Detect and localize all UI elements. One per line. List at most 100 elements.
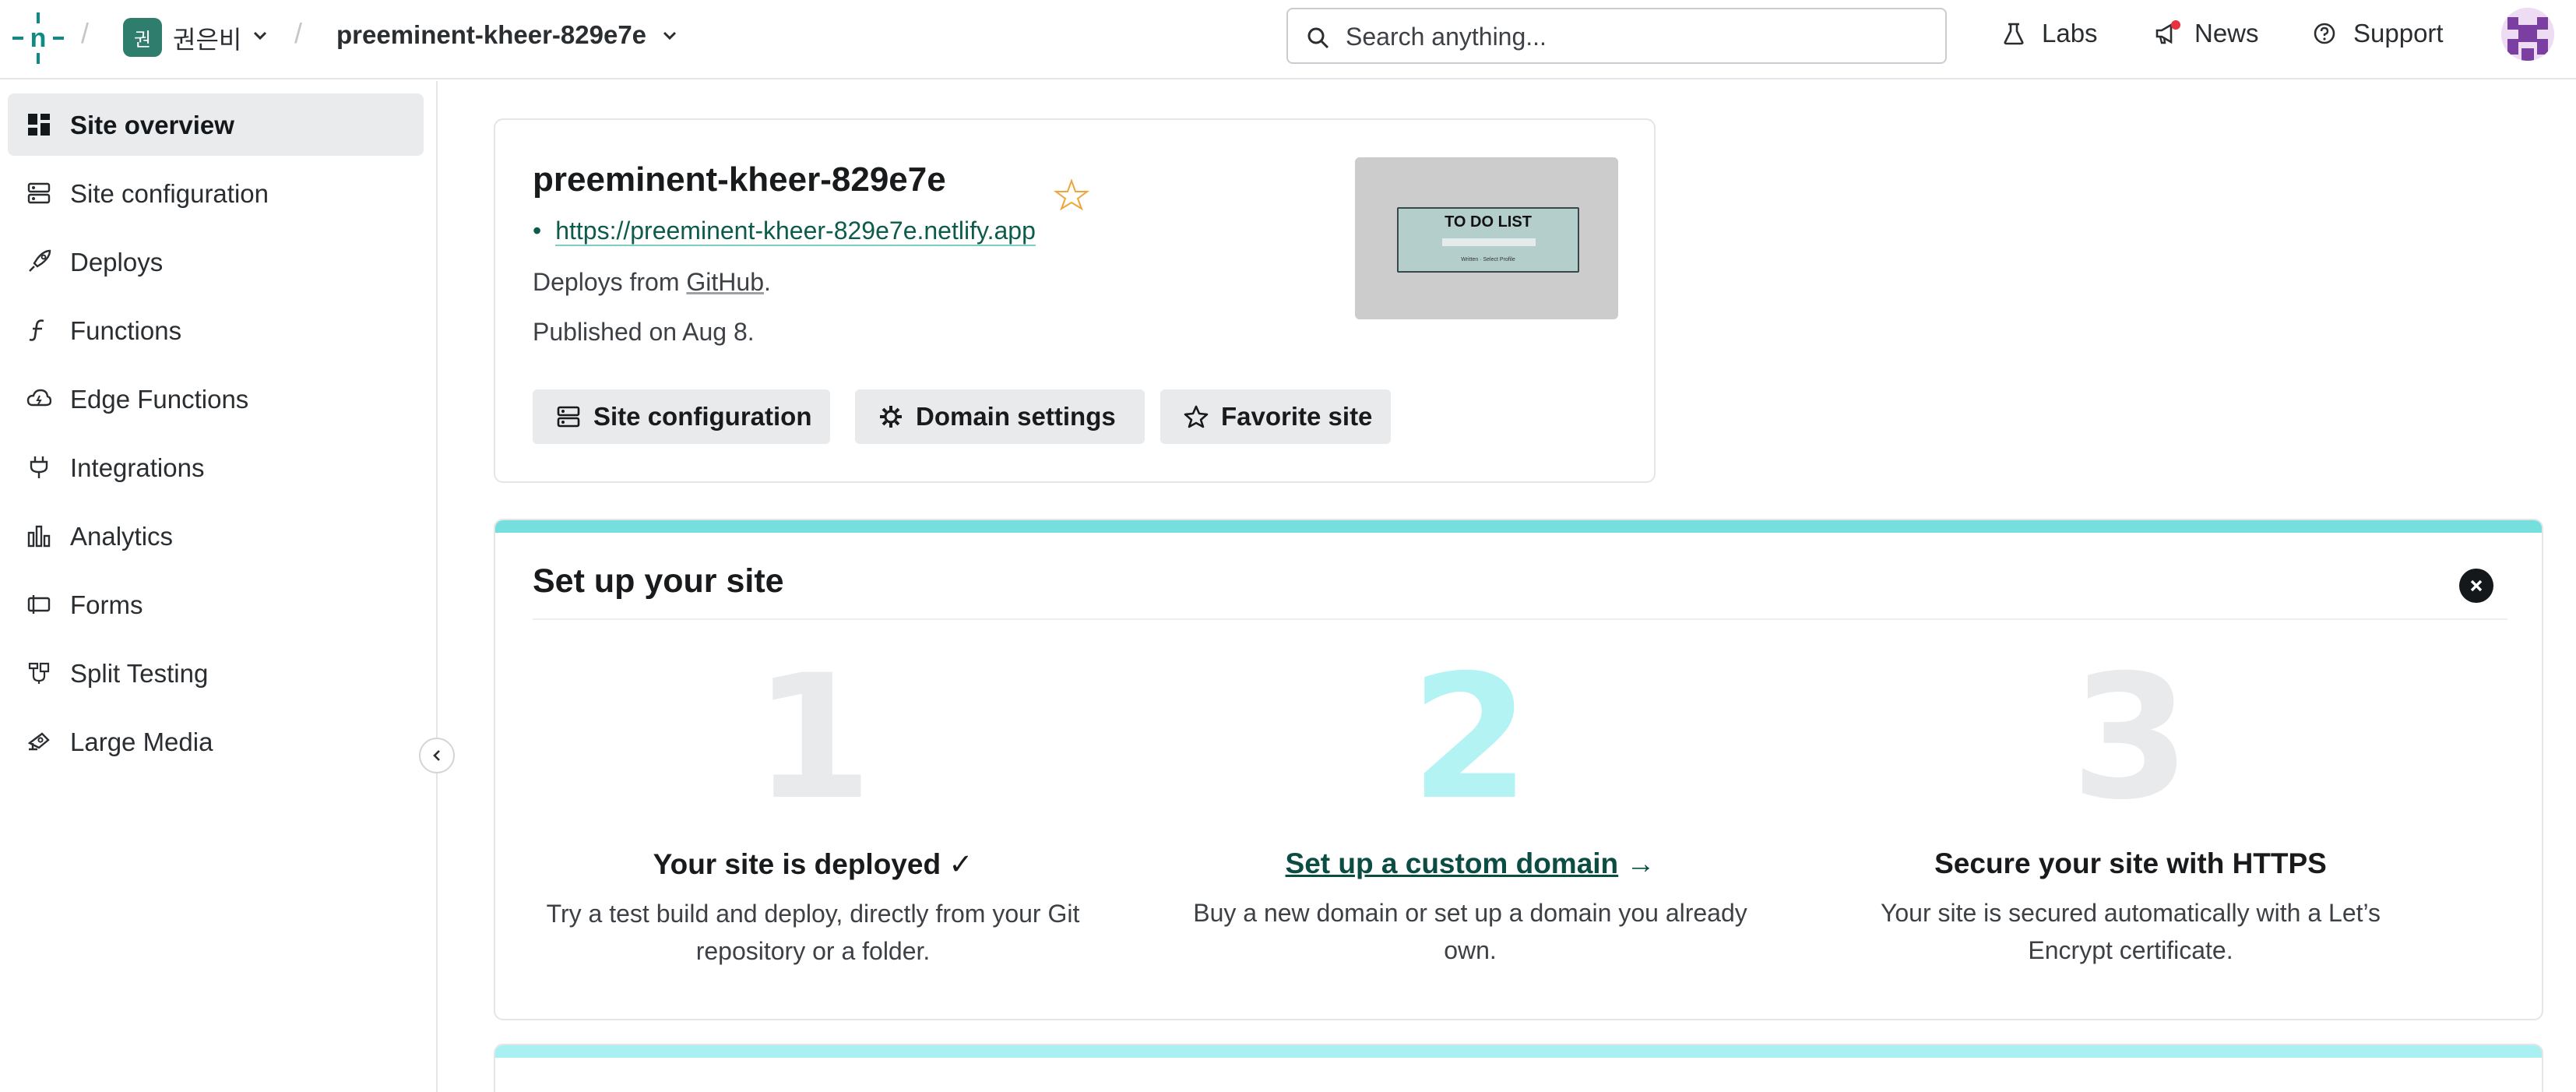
function-icon bbox=[29, 319, 44, 341]
thumbnail-title: TO DO LIST bbox=[1445, 213, 1532, 231]
breadcrumb-separator: / bbox=[294, 17, 303, 49]
rocket-icon bbox=[29, 249, 51, 272]
sidebar-item-label: Large Media bbox=[70, 727, 213, 756]
team-badge[interactable]: 권 bbox=[123, 18, 162, 57]
setup-step-deployed: 1 Your site is deployed ✓ Try a test bui… bbox=[517, 638, 1109, 970]
sidebar-item-site-configuration[interactable]: Site configuration bbox=[8, 162, 424, 224]
support-link[interactable]: Support bbox=[2313, 19, 2444, 48]
site-title: preeminent-kheer-829e7e bbox=[533, 160, 946, 199]
custom-domain-link[interactable]: Set up a custom domain bbox=[1286, 847, 1619, 879]
step-heading: Secure your site with HTTPS bbox=[1934, 847, 2327, 879]
gear-icon bbox=[880, 406, 902, 428]
star-icon bbox=[1184, 405, 1209, 428]
site-preview-thumbnail[interactable]: TO DO LIST Written · Select Profile bbox=[1355, 157, 1618, 319]
step-number: 1 bbox=[753, 638, 873, 837]
form-icon bbox=[27, 595, 51, 614]
card-accent-bar bbox=[495, 1045, 2542, 1058]
step-number: 3 bbox=[2071, 638, 2191, 837]
step-description: Try a test build and deploy, directly fr… bbox=[546, 900, 1080, 965]
sidebar-item-deploys[interactable]: Deploys bbox=[8, 231, 424, 293]
sidebar-item-large-media[interactable]: Large Media bbox=[8, 710, 424, 773]
cursor-star-icon bbox=[1054, 179, 1089, 210]
github-link[interactable]: GitHub bbox=[686, 268, 764, 296]
chevron-down-icon[interactable] bbox=[249, 25, 271, 47]
setup-accent-bar bbox=[495, 520, 2542, 533]
grid-icon bbox=[28, 114, 50, 136]
next-card-partial bbox=[494, 1044, 2543, 1092]
collapse-sidebar-button[interactable] bbox=[419, 738, 455, 773]
svg-text:n: n bbox=[30, 23, 47, 53]
step-description: Your site is secured automatically with … bbox=[1880, 899, 2381, 964]
sidebar-item-split-testing[interactable]: Split Testing bbox=[8, 642, 424, 704]
published-date: Published on Aug 8. bbox=[533, 318, 755, 346]
labs-label: Labs bbox=[2042, 19, 2098, 48]
chevron-left-icon bbox=[433, 750, 440, 761]
labs-link[interactable]: Labs bbox=[2003, 19, 2098, 48]
dismiss-setup-button[interactable] bbox=[2459, 569, 2493, 603]
sidebar-item-label: Site configuration bbox=[70, 179, 269, 208]
bar-chart-icon bbox=[27, 525, 51, 548]
news-link[interactable]: News bbox=[2154, 19, 2259, 48]
site-url-row: • https://preeminent-kheer-829e7e.netlify… bbox=[533, 217, 1036, 246]
top-bar: n / 권 권은비 / preeminent-kheer-829e7e Sear… bbox=[0, 0, 2576, 79]
step-heading: Your site is deployed ✓ bbox=[653, 848, 973, 880]
site-configuration-button[interactable]: Site configuration bbox=[533, 389, 830, 444]
sidebar-item-functions[interactable]: Functions bbox=[8, 299, 424, 361]
site-url-link[interactable]: https://preeminent-kheer-829e7e.netlify.… bbox=[555, 217, 1036, 246]
sidebar-item-label: Analytics bbox=[70, 522, 174, 551]
sidebar-item-label: Site overview bbox=[70, 111, 234, 139]
cloud-function-icon bbox=[26, 389, 51, 407]
button-label: Domain settings bbox=[916, 402, 1116, 431]
sidebar-item-label: Functions bbox=[70, 316, 182, 345]
step-description: Buy a new domain or set up a domain you … bbox=[1193, 899, 1747, 964]
plug-icon bbox=[30, 456, 48, 478]
deploys-suffix: . bbox=[763, 268, 771, 296]
flask-icon bbox=[2004, 23, 2024, 45]
sidebar: Site overview Site configuration Deploys… bbox=[0, 81, 438, 1092]
split-icon bbox=[28, 662, 50, 684]
support-label: Support bbox=[2353, 19, 2444, 48]
team-name[interactable]: 권은비 bbox=[173, 20, 241, 56]
sidebar-item-edge-functions[interactable]: Edge Functions bbox=[8, 368, 424, 430]
search-input[interactable]: Search anything... bbox=[1286, 8, 1947, 64]
setup-step-custom-domain: 2 Set up a custom domain → Buy a new dom… bbox=[1174, 638, 1766, 969]
setup-title: Set up your site bbox=[533, 562, 784, 600]
news-label: News bbox=[2194, 19, 2259, 48]
step-number: 2 bbox=[1410, 638, 1530, 837]
search-icon bbox=[1307, 27, 1329, 49]
arrow-right-icon: → bbox=[1626, 847, 1656, 879]
config-icon bbox=[557, 406, 580, 428]
chevron-down-icon[interactable] bbox=[659, 25, 681, 47]
button-label: Site configuration bbox=[593, 402, 812, 431]
site-info-card: preeminent-kheer-829e7e • https://preemin… bbox=[494, 118, 1656, 483]
sidebar-item-label: Edge Functions bbox=[70, 385, 249, 414]
close-icon bbox=[2470, 579, 2483, 592]
sidebar-item-integrations[interactable]: Integrations bbox=[8, 436, 424, 498]
thumbnail-app-frame: TO DO LIST Written · Select Profile bbox=[1397, 207, 1579, 273]
custom-domain-link-row: Set up a custom domain → bbox=[1174, 847, 1766, 880]
bullet: • bbox=[533, 217, 542, 245]
setup-step-https: 3 Secure your site with HTTPS Your site … bbox=[1835, 638, 2426, 969]
domain-settings-button[interactable]: Domain settings bbox=[855, 389, 1145, 444]
favorite-site-button[interactable]: Favorite site bbox=[1160, 389, 1391, 444]
thumbnail-subtitle: Written · Select Profile bbox=[1461, 257, 1515, 262]
help-circle-icon bbox=[2314, 23, 2335, 44]
deploys-prefix: Deploys from bbox=[533, 268, 687, 296]
thumbnail-input-bar bbox=[1442, 238, 1536, 246]
netlify-logo-icon[interactable]: n bbox=[11, 11, 65, 65]
sidebar-item-label: Integrations bbox=[70, 453, 205, 482]
divider bbox=[533, 618, 2507, 620]
sidebar-item-analytics[interactable]: Analytics bbox=[8, 505, 424, 567]
site-breadcrumb[interactable]: preeminent-kheer-829e7e bbox=[336, 20, 646, 50]
sidebar-item-label: Split Testing bbox=[70, 659, 209, 688]
sidebar-item-label: Deploys bbox=[70, 248, 164, 277]
sidebar-item-site-overview[interactable]: Site overview bbox=[8, 93, 424, 156]
setup-site-card: Set up your site 1 Your site is deployed… bbox=[494, 519, 2543, 1020]
sidebar-item-forms[interactable]: Forms bbox=[8, 573, 424, 636]
search-placeholder: Search anything... bbox=[1346, 23, 1547, 51]
breadcrumb-separator: / bbox=[81, 17, 90, 49]
media-icon bbox=[27, 732, 50, 751]
config-icon bbox=[27, 182, 51, 204]
sidebar-item-label: Forms bbox=[70, 590, 143, 619]
user-avatar[interactable] bbox=[2501, 8, 2554, 61]
